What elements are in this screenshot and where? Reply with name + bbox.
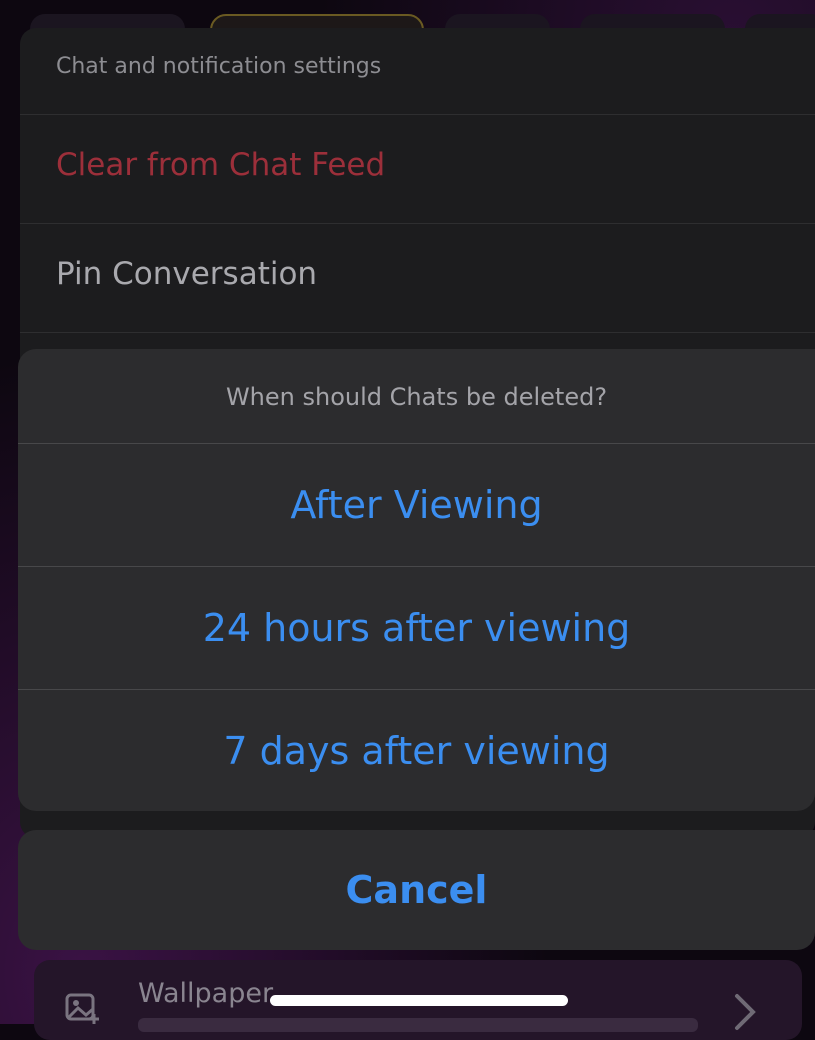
clear-from-chat-feed-item[interactable]: Clear from Chat Feed <box>20 115 815 224</box>
wallpaper-label: Wallpaper <box>138 978 274 1009</box>
option-24-hours-after-viewing[interactable]: 24 hours after viewing <box>18 567 815 690</box>
home-indicator[interactable] <box>270 995 568 1006</box>
option-7-days-after-viewing[interactable]: 7 days after viewing <box>18 690 815 811</box>
delete-chats-action-sheet: When should Chats be deleted? After View… <box>18 349 815 811</box>
pin-conversation-item[interactable]: Pin Conversation <box>20 224 815 333</box>
option-after-viewing[interactable]: After Viewing <box>18 444 815 567</box>
chevron-right-icon <box>735 994 756 1030</box>
wallpaper-subtitle <box>138 1018 698 1032</box>
sheet-header-label: Chat and notification settings <box>56 54 382 79</box>
cancel-button[interactable]: Cancel <box>18 830 815 950</box>
sheet-header: Chat and notification settings <box>20 28 815 115</box>
action-sheet-title: When should Chats be deleted? <box>18 349 815 444</box>
image-icon <box>65 993 99 1024</box>
clear-from-chat-feed-label: Clear from Chat Feed <box>56 147 386 183</box>
pin-conversation-label: Pin Conversation <box>56 256 318 292</box>
